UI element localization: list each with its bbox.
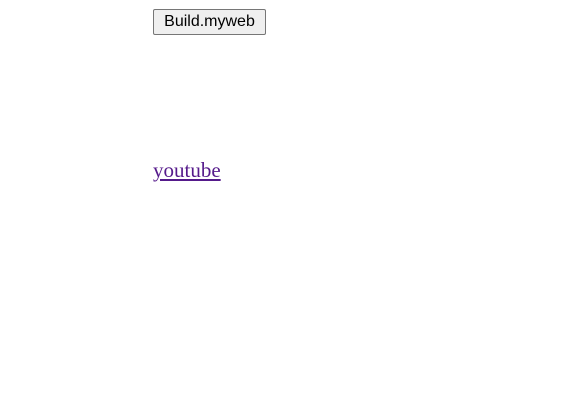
youtube-link[interactable]: youtube (153, 157, 221, 183)
build-myweb-button[interactable]: Build.myweb (153, 9, 266, 35)
